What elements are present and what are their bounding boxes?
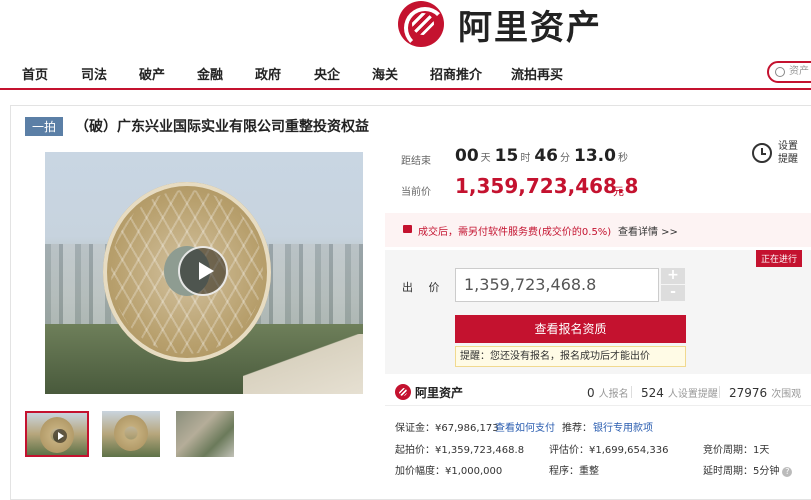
reminder-line1: 设置 [778, 141, 798, 152]
reminder-line2: 提醒 [778, 154, 798, 165]
countdown-seconds: 13.0 [574, 146, 616, 166]
site-logo[interactable]: 阿里资产 [398, 0, 602, 48]
nav-item-relist[interactable]: 流拍再买 [511, 64, 563, 83]
countdown-hours: 15 [494, 146, 519, 166]
divider [631, 386, 632, 398]
divider [719, 386, 720, 398]
signup-stat: 0 人报名 [587, 385, 629, 400]
stats-row: 阿里资产 0 人报名 524 人设置提醒 27976 次围观 [385, 378, 811, 406]
reminder-stat: 524 人设置提醒 [641, 385, 718, 400]
view-count: 27976 [729, 386, 768, 400]
reminder-label: 设置 提醒 [778, 140, 798, 166]
play-icon [53, 429, 67, 443]
signup-count: 0 [587, 386, 595, 400]
nav-item-customs[interactable]: 海关 [372, 64, 398, 83]
page-title: （破）广东兴业国际实业有限公司重整投资权益 [75, 119, 370, 135]
nav-item-finance[interactable]: 金融 [197, 64, 223, 83]
title-row: 一拍 （破）广东兴业国际实业有限公司重整投资权益 [25, 116, 369, 136]
building-thumb [114, 415, 148, 451]
brand-name: 阿里资产 [458, 7, 602, 48]
nav-item-judicial[interactable]: 司法 [81, 64, 107, 83]
status-badge: 正在进行 [756, 250, 803, 267]
play-video-icon[interactable] [178, 246, 228, 296]
stats-brand: 阿里资产 [415, 386, 464, 400]
countdown-label: 距结束 [401, 156, 431, 167]
days-unit: 天 [480, 153, 491, 164]
current-price-label: 当前价 [401, 187, 431, 198]
minutes-unit: 分 [560, 153, 571, 164]
alibaba-logo-icon [398, 1, 444, 47]
lock-icon [403, 225, 412, 233]
reminder-stat-label: 人设置提醒 [667, 389, 718, 400]
alibaba-logo-icon [395, 384, 411, 400]
view-stat: 27976 次围观 [729, 385, 801, 400]
help-icon[interactable]: ? [782, 467, 793, 477]
thumbnail-photo-2[interactable] [102, 411, 160, 457]
bid-amount-input[interactable]: 1,359,723,468.8 [455, 268, 659, 302]
thumbnail-photo-3[interactable] [176, 411, 234, 457]
fee-text: 成交后，需另付软件服务费(成交价的0.5%) [418, 227, 612, 238]
nav-item-government[interactable]: 政府 [255, 64, 281, 83]
search-input[interactable]: 资产 [767, 61, 811, 83]
fee-details-link[interactable]: 查看详情 >> [618, 223, 678, 238]
bank-account-link[interactable]: 银行专用款项 [593, 419, 653, 434]
registration-tip: 提醒：您还没有报名，报名成功后才能出价 [455, 346, 686, 367]
countdown-days: 00 [455, 146, 479, 166]
nav-item-bankruptcy[interactable]: 破产 [139, 64, 165, 83]
bid-label: 出 价 [402, 281, 446, 294]
bid-increase-button[interactable]: + [661, 268, 685, 284]
delay-cycle-text: 延时周期：5分钟 [703, 466, 780, 477]
recommend-label: 推荐： [562, 423, 592, 434]
alarm-clock-icon [752, 143, 772, 163]
current-price: 1,359,723,468.8 [455, 174, 639, 198]
start-price: 起拍价：¥1,359,723,468.8 [395, 445, 525, 456]
nav-item-investment[interactable]: 招商推介 [430, 64, 482, 83]
nav-item-home[interactable]: 首页 [22, 64, 48, 83]
round-badge: 一拍 [25, 116, 64, 136]
evaluation-price: 评估价：¥1,699,654,336 [549, 445, 669, 456]
set-reminder-button[interactable]: 设置 提醒 [752, 140, 808, 168]
reminder-count: 524 [641, 386, 664, 400]
countdown-timer: 00 天 15 时 46 分 13.0 秒 [455, 146, 632, 166]
signup-label: 人报名 [598, 389, 629, 400]
price-unit: 元 [613, 185, 624, 198]
main-nav: 首页 司法 破产 金融 政府 央企 海关 招商推介 流拍再买 [0, 60, 811, 86]
procedure: 程序：重整 [549, 466, 599, 477]
bid-decrease-button[interactable]: - [661, 285, 685, 301]
search-icon [775, 67, 785, 77]
thumbnail-video[interactable] [25, 411, 89, 457]
search-placeholder: 资产 [789, 66, 809, 77]
seconds-unit: 秒 [617, 153, 628, 164]
bid-cycle: 竞价周期：1天 [703, 445, 770, 456]
view-registration-button[interactable]: 查看报名资质 [455, 315, 686, 343]
countdown-minutes: 46 [534, 146, 559, 166]
view-label: 次围观 [771, 389, 802, 400]
site-header: 阿里资产 首页 司法 破产 金融 政府 央企 海关 招商推介 流拍再买 资产 [0, 0, 811, 90]
hours-unit: 时 [520, 153, 531, 164]
deposit: 保证金：¥67,986,173 [395, 423, 499, 434]
service-fee-notice: 成交后，需另付软件服务费(成交价的0.5%) 查看详情 >> [385, 213, 811, 247]
deposit-payment-link[interactable]: 查看如何支付 [495, 419, 555, 434]
delay-cycle: 延时周期：5分钟? [703, 462, 793, 477]
river [243, 334, 363, 394]
bid-increment: 加价幅度：¥1,000,000 [395, 466, 503, 477]
nav-item-central-soe[interactable]: 央企 [314, 64, 340, 83]
